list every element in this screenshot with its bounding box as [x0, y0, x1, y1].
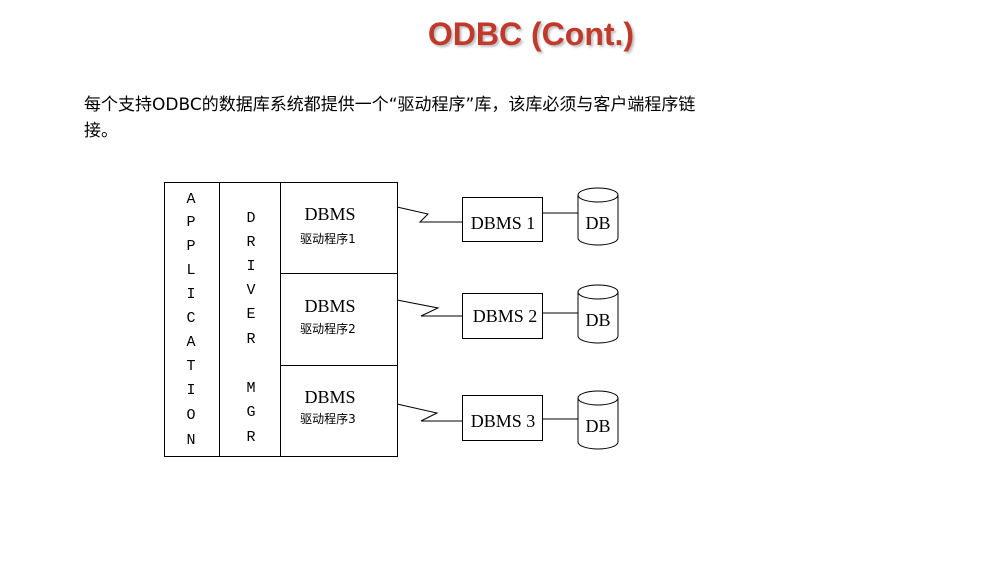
- driver-mgr-letter: R: [246, 429, 255, 446]
- db-1-label: DB: [585, 213, 610, 233]
- driver-2-dbms-label: DBMS: [304, 296, 355, 316]
- application-letter: A: [186, 191, 195, 208]
- application-letter: A: [186, 334, 195, 351]
- driver-mgr-letter: E: [246, 306, 255, 323]
- application-letter: N: [186, 432, 195, 449]
- db-3-label: DB: [585, 416, 610, 436]
- application-letter: P: [186, 238, 195, 255]
- driver-mgr-letter: V: [246, 282, 255, 299]
- dbms-server-3-label: DBMS 3: [471, 411, 536, 431]
- application-letter: I: [186, 286, 195, 303]
- driver-2-name: 驱动程序2: [300, 321, 356, 336]
- network-link-1: [396, 206, 462, 223]
- odbc-architecture-diagram: A P P L I C A T I O N D R I V E R M G R …: [164, 182, 619, 457]
- driver-mgr-letter: D: [246, 210, 255, 227]
- application-letter: C: [186, 310, 195, 327]
- application-letter: I: [186, 382, 195, 399]
- driver-3-dbms-label: DBMS: [304, 387, 355, 407]
- driver-mgr-letter: R: [246, 331, 255, 348]
- dbms-server-2-label: DBMS 2: [473, 306, 538, 326]
- driver-1-dbms-label: DBMS: [304, 204, 355, 224]
- application-letter: L: [186, 262, 195, 279]
- db-2-label: DB: [585, 310, 610, 330]
- application-letter: T: [186, 358, 195, 375]
- driver-mgr-letter: G: [246, 404, 255, 421]
- application-letter: P: [186, 214, 195, 231]
- application-column: A P P L I C A T I O N: [186, 191, 195, 449]
- driver-3-name: 驱动程序3: [300, 411, 356, 426]
- driver-mgr-letter: M: [246, 380, 255, 397]
- driver-mgr-letter: I: [246, 258, 255, 275]
- network-link-3: [396, 403, 462, 422]
- driver-1-name: 驱动程序1: [300, 231, 356, 246]
- driver-mgr-letter: R: [246, 234, 255, 251]
- application-letter: O: [186, 407, 195, 424]
- driver-manager-column: D R I V E R M G R: [246, 210, 255, 446]
- network-link-2: [396, 299, 462, 317]
- dbms-server-1-label: DBMS 1: [471, 213, 536, 233]
